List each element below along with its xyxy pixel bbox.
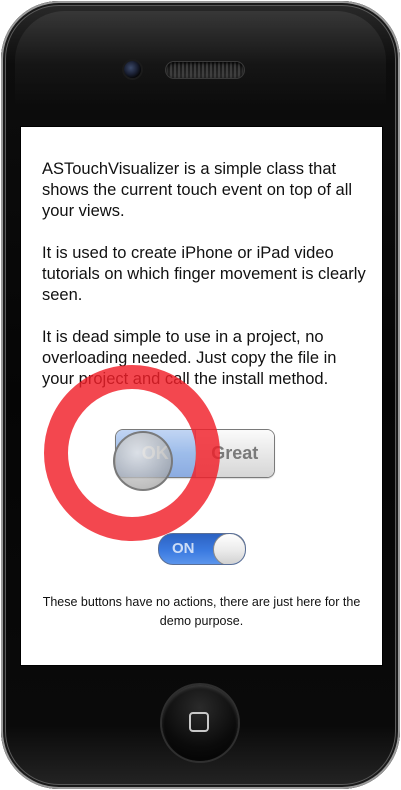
footnote-text: These buttons have no actions, there are… <box>42 595 361 628</box>
touch-point-indicator <box>113 431 173 491</box>
home-button[interactable] <box>162 685 238 761</box>
home-square-icon <box>189 712 209 732</box>
intro-paragraph-1: ASTouchVisualizer is a simple class that… <box>42 160 353 220</box>
camera-icon <box>124 61 141 78</box>
switch-knob[interactable] <box>213 534 245 564</box>
switch-label: ON <box>172 540 195 557</box>
app-screen: ASTouchVisualizer is a simple class that… <box>21 127 382 665</box>
intro-paragraph-2: It is used to create iPhone or iPad vide… <box>42 244 366 304</box>
earpiece-speaker <box>166 62 244 78</box>
iphone-frame: ASTouchVisualizer is a simple class that… <box>1 1 400 789</box>
intro-text: ASTouchVisualizer is a simple class that… <box>42 159 367 411</box>
on-off-switch[interactable]: ON <box>158 533 246 565</box>
